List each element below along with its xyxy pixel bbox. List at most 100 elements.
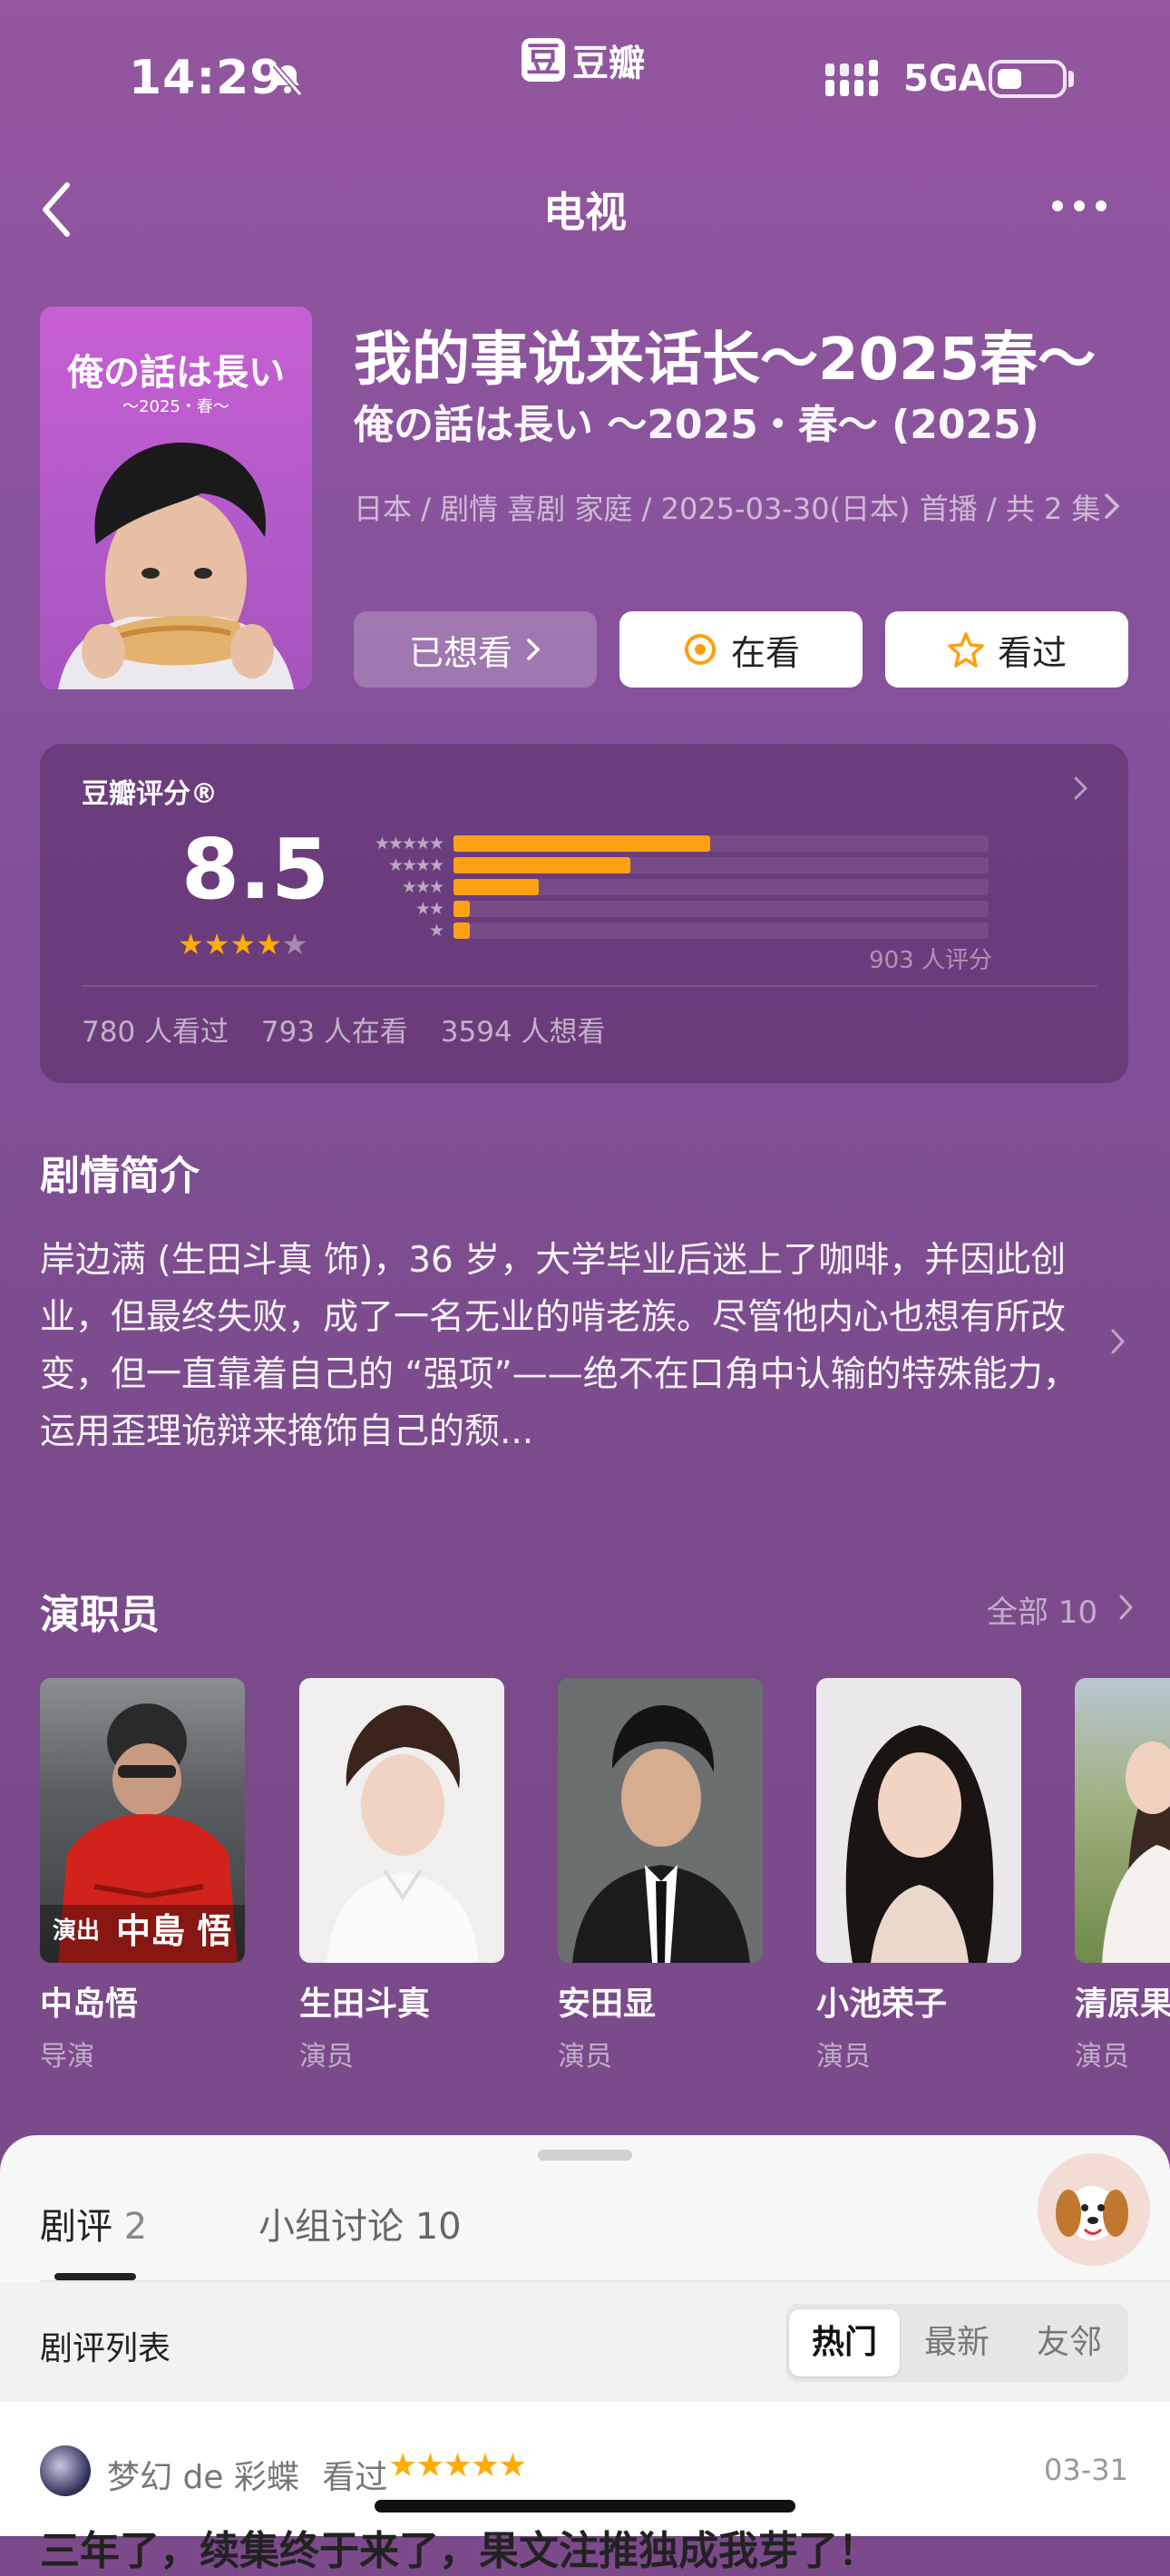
original-title: 俺の話は長い ～2025・春～ (2025) [354,402,1039,448]
rating-dist-fill [453,857,630,873]
battery-icon [989,60,1067,98]
cast-photo: 演出 中島 悟 [40,1678,245,1963]
sort-new-button[interactable]: 最新 [902,2309,1012,2376]
cast-name: 安田显 [558,1986,657,2023]
rating-dist-row: ★★★★ [345,855,998,875]
target-icon [684,634,716,665]
photo-caption-big: 中島 悟 [116,1911,232,1951]
chevron-right-icon[interactable] [1117,1593,1136,1622]
review-date: 03-31 [1044,2453,1128,2487]
cast-name: 中岛悟 [40,1986,139,2023]
synopsis-text[interactable]: 岸边满 (生田斗真 饰)，36 岁，大学毕业后迷上了咖啡，并因此创业，但最终失败… [40,1232,1107,1460]
cast-card-actor[interactable]: 清原果 演员 [1075,1678,1170,2073]
review-status: 看过 [322,2459,388,2496]
cast-role: 导演 [40,2041,94,2073]
cast-role: 演员 [1075,2041,1129,2073]
cast-name: 小池荣子 [816,1986,948,2023]
signal-icon [825,60,878,96]
nav-title: 电视 [543,188,627,237]
wish-label: 已想看 [408,632,512,673]
rating-dist-stars: ★★ [414,899,444,919]
show-meta[interactable]: 日本 / 剧情 喜剧 家庭 / 2025-03-30(日本) 首播 / 共 2 … [354,486,1125,528]
cast-card-actor[interactable]: 安田显 演员 [558,1678,763,2073]
photo-caption-small: 演出 [53,1917,101,1945]
app-badge: 豆 豆瓣 [522,34,658,85]
back-icon[interactable] [36,178,87,241]
chevron-right-icon[interactable] [1101,490,1123,522]
review-list-title: 剧评列表 [40,2330,171,2367]
watched-button[interactable]: 看过 [885,611,1128,688]
wish-button[interactable]: 已想看 [354,611,597,688]
cast-role: 演员 [816,2041,871,2073]
cast-card-actor[interactable]: 生田斗真 演员 [299,1678,504,2073]
cast-photo [558,1678,763,1963]
watching-button[interactable]: 在看 [619,611,863,688]
rating-dist-row: ★★★ [345,877,998,897]
rating-dist-stars: ★★★ [401,877,444,897]
watching-count: 793 人在看 [260,1016,408,1049]
rating-dist-stars: ★★★★★ [374,834,444,854]
home-indicator [375,2500,795,2513]
dog-mascot-icon [1038,2153,1150,2266]
status-time: 14:29 [129,51,284,105]
reviewer-info[interactable]: 梦幻 de 彩蝶 看过 [107,2451,387,2498]
review-title[interactable]: 三年了，续集终于来了，果文注推独成我芽了！ [40,2518,878,2576]
sheet-drag-handle[interactable] [538,2150,632,2161]
sort-hot-button[interactable]: 热门 [789,2309,900,2376]
rating-dist-row: ★ [345,921,998,941]
silent-bell-icon [272,63,303,96]
tab-groups-count: 10 [414,2206,462,2248]
chevron-right-icon [527,639,541,660]
active-tab-indicator [54,2273,136,2280]
app-name: 豆瓣 [572,43,645,84]
poster-image[interactable]: 俺の話は長い ～2025・春～ [40,307,312,689]
cast-heading: 演职员 [40,1592,160,1638]
review-stars: ★★★★★ [388,2447,527,2484]
rating-dist-row: ★★ [345,899,998,919]
cast-photo-illustration [845,1725,994,1963]
rating-dist-stars: ★ [428,921,444,941]
watched-label: 看过 [997,632,1067,673]
star-outline-icon [948,632,984,668]
audience-counts: 780 人看过 793 人在看 3594 人想看 [82,1009,629,1049]
tab-reviews-count: 2 [123,2206,148,2248]
tab-groups-label: 小组讨论 [258,2206,404,2248]
rating-dist-track [453,901,989,917]
rating-dist-track [453,879,989,895]
chevron-right-icon[interactable] [1070,773,1092,804]
poster-portrait-illustration [58,442,294,689]
cast-name: 生田斗真 [299,1986,431,2023]
battery-tip [1068,71,1074,87]
cast-photo-illustration [1102,1742,1170,1963]
chevron-right-icon[interactable] [1108,1326,1128,1357]
cast-all-link[interactable]: 全部 10 [987,1587,1097,1632]
network-type: 5GA [903,58,987,100]
cast-role: 演员 [558,2041,612,2073]
tab-reviews[interactable]: 剧评 2 [40,2197,147,2249]
cast-card-actor[interactable]: 小池荣子 演员 [816,1678,1021,2073]
cast-photo [299,1678,504,1963]
douban-logo: 豆 [522,38,565,82]
rating-dist-fill [453,922,470,939]
watching-label: 在看 [730,632,800,673]
rating-dist-fill [453,835,710,852]
tab-group-discussions[interactable]: 小组讨论 10 [258,2197,462,2249]
rating-dist-fill [453,879,539,895]
rating-label: 豆瓣评分® [82,778,218,810]
cast-role: 演员 [299,2041,354,2073]
sort-friends-button[interactable]: 友邻 [1014,2309,1125,2376]
cast-card-director[interactable]: 演出 中島 悟 中岛悟 导演 [40,1678,245,2073]
wish-count: 3594 人想看 [440,1016,606,1049]
watched-count: 780 人看过 [82,1016,229,1049]
show-title: 我的事说来话长～2025春～ [354,327,1097,394]
reviewer-avatar[interactable] [40,2445,91,2496]
mascot-avatar[interactable] [1038,2153,1150,2266]
divider [82,985,1097,987]
cast-photo [1075,1678,1170,1963]
rating-dist-stars: ★★★★ [387,855,444,875]
cast-photo-illustration [327,1705,479,1963]
rating-dist-track [453,922,989,939]
rating-score: 8.5 [181,821,329,918]
cast-photo-illustration [572,1705,750,1963]
more-options-button[interactable] [1052,192,1125,220]
